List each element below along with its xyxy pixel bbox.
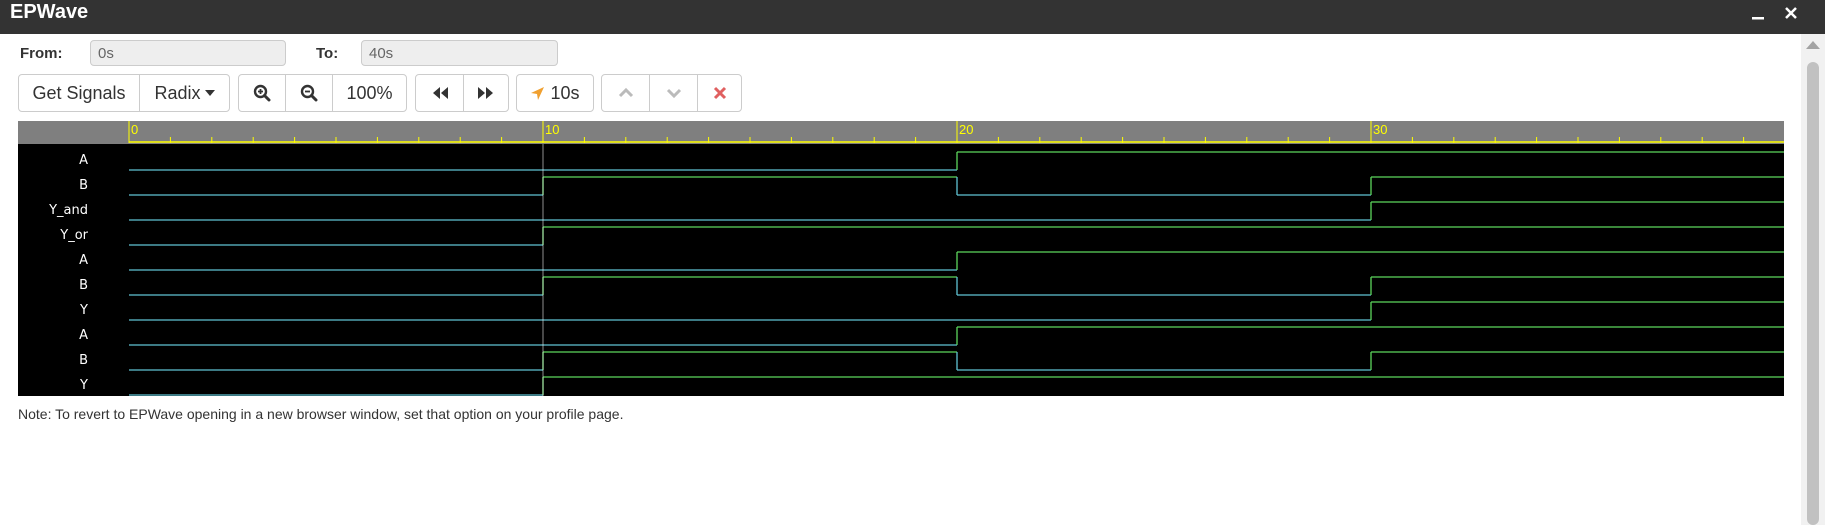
to-label: To: (316, 45, 339, 62)
minimize-icon[interactable] (1745, 2, 1771, 28)
signal-name[interactable]: B (18, 348, 88, 373)
remove-icon (713, 86, 727, 100)
note-text: Note: To revert to EPWave opening in a n… (18, 406, 624, 422)
ruler-tick-label: 30 (1373, 122, 1387, 137)
remove-signal-button[interactable] (697, 74, 742, 112)
fast-forward-button[interactable] (463, 74, 509, 112)
fast-backward-button[interactable] (415, 74, 464, 112)
ruler-tick-label: 10 (545, 122, 559, 137)
title-bar: EPWave (0, 0, 1825, 34)
cursor-time-button[interactable]: 10s (516, 74, 594, 112)
zoom-in-icon (253, 84, 271, 102)
location-arrow-icon (530, 86, 545, 101)
signal-name[interactable]: Y_and (18, 198, 88, 223)
signal-name[interactable]: Y_or (18, 223, 88, 248)
close-icon[interactable] (1778, 2, 1804, 28)
zoom-out-button[interactable] (285, 74, 333, 112)
window-title: EPWave (10, 1, 89, 23)
scroll-thumb[interactable] (1807, 62, 1819, 525)
ruler-tick-label: 20 (959, 122, 973, 137)
zoom-level-button[interactable]: 100% (332, 74, 407, 112)
chevron-up-icon (618, 87, 634, 99)
previous-transition-button[interactable] (601, 74, 650, 112)
vertical-scrollbar[interactable] (1801, 34, 1825, 525)
scroll-up-arrow-icon[interactable] (1806, 41, 1820, 49)
signal-name[interactable]: Y (18, 298, 88, 323)
zoom-in-button[interactable] (238, 74, 286, 112)
cursor-time-label: 10s (550, 82, 580, 103)
chevron-down-icon (666, 87, 682, 99)
waveform-viewer[interactable]: 0 10 20 30 A B Y_and Y_or A B Y A B Y (18, 121, 1784, 396)
signal-name[interactable]: B (18, 273, 88, 298)
fast-backward-icon (430, 85, 450, 101)
from-input[interactable] (90, 40, 286, 66)
radix-button[interactable]: Radix (139, 74, 230, 112)
get-signals-button[interactable]: Get Signals (18, 74, 140, 112)
fast-forward-icon (476, 85, 496, 101)
signal-name[interactable]: B (18, 173, 88, 198)
waveform-canvas[interactable] (18, 121, 1784, 396)
caret-down-icon (204, 90, 215, 96)
signal-name[interactable]: A (18, 248, 88, 273)
signal-name[interactable]: Y (18, 373, 88, 398)
to-input[interactable] (361, 40, 558, 66)
signal-name[interactable]: A (18, 323, 88, 348)
timeline-ruler[interactable]: 0 10 20 30 (18, 121, 1784, 144)
next-transition-button[interactable] (649, 74, 698, 112)
from-label: From: (20, 45, 63, 62)
zoom-out-icon (300, 84, 318, 102)
signal-name[interactable]: A (18, 148, 88, 173)
radix-label: Radix (154, 82, 201, 103)
ruler-tick-label: 0 (131, 122, 138, 137)
